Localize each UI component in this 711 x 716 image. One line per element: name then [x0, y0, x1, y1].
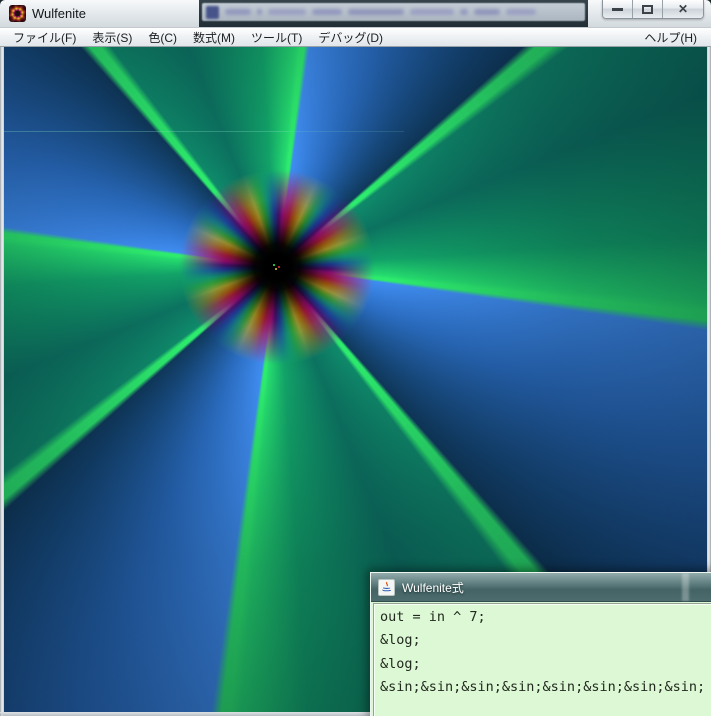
- formula-code-line: &log;: [380, 656, 711, 679]
- aero-glass-see-through: [199, 0, 588, 27]
- blurred-text-blob: [257, 9, 262, 15]
- render-artifact-line: [4, 131, 289, 132]
- blurred-text-blob: [506, 9, 536, 15]
- minimize-button[interactable]: [603, 0, 633, 18]
- window-controls: ✕: [602, 0, 704, 19]
- menu-tools[interactable]: ツール(T): [243, 28, 310, 47]
- main-window-titlebar[interactable]: Wulfenite ✕: [0, 0, 711, 27]
- center-pixel-yellow: [275, 268, 277, 270]
- blurred-text-blob: [460, 9, 468, 15]
- menu-bar: ファイル(F) 表示(S) 色(C) 数式(M) ツール(T) デバッグ(D) …: [0, 27, 711, 47]
- menu-file[interactable]: ファイル(F): [5, 28, 84, 47]
- formula-code-line: out = in ^ 7;: [380, 609, 711, 632]
- formula-text-area[interactable]: out = in ^ 7; &log; &log; &sin;&sin;&sin…: [373, 603, 711, 716]
- maximize-button[interactable]: [633, 0, 663, 18]
- close-button[interactable]: ✕: [663, 0, 703, 18]
- formula-window: Wulfenite式 out = in ^ 7; &log; &log; &si…: [370, 572, 711, 716]
- window-border-left: [0, 47, 4, 716]
- formula-window-titlebar[interactable]: Wulfenite式: [371, 573, 711, 602]
- blurred-text-blob: [268, 9, 306, 15]
- menu-formula[interactable]: 数式(M): [185, 28, 243, 47]
- formula-code-line: &sin;&sin;&sin;&sin;&sin;&sin;&sin;&sin;: [380, 679, 711, 702]
- center-pixel-red: [278, 266, 280, 268]
- menu-view[interactable]: 表示(S): [84, 28, 140, 47]
- formula-code-line: &log;: [380, 632, 711, 655]
- blurred-text-blob: [225, 9, 251, 15]
- blurred-text-blob: [348, 9, 404, 15]
- close-icon: ✕: [678, 3, 688, 15]
- formula-window-title: Wulfenite式: [402, 579, 464, 596]
- blurred-background-window-bar: [202, 3, 585, 21]
- java-coffee-cup-icon: [378, 579, 395, 596]
- background-window-icon: [206, 6, 219, 19]
- render-artifact-line: [289, 131, 404, 132]
- maximize-icon: [642, 5, 653, 14]
- menu-debug[interactable]: デバッグ(D): [310, 28, 391, 47]
- blurred-text-blob: [410, 9, 454, 15]
- minimize-icon: [612, 8, 623, 11]
- window-title: Wulfenite: [32, 6, 86, 21]
- center-pixel-green: [273, 264, 275, 266]
- menu-color[interactable]: 色(C): [140, 28, 185, 47]
- wulfenite-flower-icon: [9, 5, 26, 22]
- menu-help[interactable]: ヘルプ(H): [635, 28, 706, 47]
- blurred-text-blob: [474, 9, 500, 15]
- blurred-text-blob: [312, 9, 342, 15]
